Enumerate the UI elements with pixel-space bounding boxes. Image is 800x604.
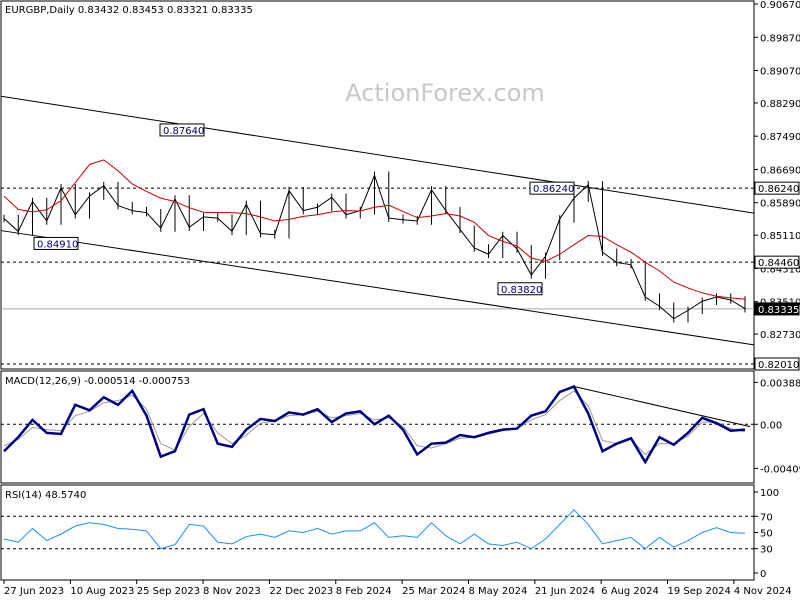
x-tick-label: 19 Sep 2024	[668, 586, 731, 597]
macd-y-tick-label: 0.00	[760, 420, 782, 431]
x-tick-label: 25 Mar 2024	[402, 586, 465, 597]
price-level-label: 0.82010	[758, 360, 799, 371]
x-tick-label: 21 Jun 2024	[535, 586, 595, 597]
rsi-y-tick-label: 30	[760, 545, 773, 556]
price-level-label: 0.84460	[758, 258, 799, 269]
macd-y-tick-label: -0.004099	[760, 464, 800, 475]
price-channel-line	[0, 95, 755, 214]
price-y-tick-label: 0.86690	[760, 165, 800, 176]
macd-trendline	[573, 386, 751, 428]
rsi-y-tick-label: 100	[760, 488, 779, 499]
x-tick-label: 8 May 2024	[468, 586, 527, 597]
rsi-panel-title: RSI(14) 48.5740	[5, 490, 86, 501]
rsi-y-tick-label: 0	[760, 569, 766, 580]
price-y-tick-label: 0.89870	[760, 33, 800, 44]
rsi-line	[3, 509, 746, 550]
x-tick-label: 25 Sep 2023	[137, 586, 200, 597]
price-y-tick-label: 0.82730	[760, 330, 800, 341]
price-y-tick-label: 0.85110	[760, 231, 800, 242]
price-annotation-label: 0.86240	[533, 184, 574, 195]
price-annotation-label: 0.84910	[37, 239, 78, 250]
x-tick-label: 6 Aug 2024	[601, 586, 659, 597]
price-panel-title: EURGBP,Daily 0.83432 0.83453 0.83321 0.8…	[5, 5, 253, 16]
price-y-tick-label: 0.87490	[760, 132, 800, 143]
price-y-tick-label: 0.90670	[760, 0, 800, 11]
x-tick-label: 8 Nov 2023	[203, 586, 261, 597]
price-annotation-label: 0.83820	[501, 285, 542, 296]
chart-svg: ActionForex.com 0.90670 0.89870 0.89070 0.8…	[0, 0, 800, 597]
rsi-panel-frame	[0, 484, 755, 581]
macd-y-tick-label: 0.003888	[760, 378, 800, 389]
macd-panel-title: MACD(12,26,9) -0.000514 -0.000753	[5, 376, 190, 387]
rsi-y-tick-label: 50	[760, 529, 773, 540]
price-annotation-label: 0.87640	[163, 126, 204, 137]
x-tick-label: 22 Dec 2023	[269, 586, 333, 597]
x-tick-label: 10 Aug 2023	[70, 586, 134, 597]
x-tick-label: 27 Jun 2023	[4, 586, 64, 597]
macd-panel-frame	[0, 370, 755, 484]
price-y-tick-label: 0.85890	[760, 199, 800, 210]
rsi-y-tick-label: 70	[760, 512, 773, 523]
watermark: ActionForex.com	[345, 79, 545, 107]
price-level-label: 0.83335	[758, 305, 799, 316]
x-tick-label: 8 Feb 2024	[336, 586, 392, 597]
chart-root: ActionForex.com 0.90670 0.89870 0.89070 0.8…	[0, 0, 800, 600]
x-tick-label: 4 Nov 2024	[734, 586, 792, 597]
price-y-tick-label: 0.89070	[760, 67, 800, 78]
price-level-label: 0.86240	[758, 184, 799, 195]
price-y-tick-label: 0.88290	[760, 99, 800, 110]
